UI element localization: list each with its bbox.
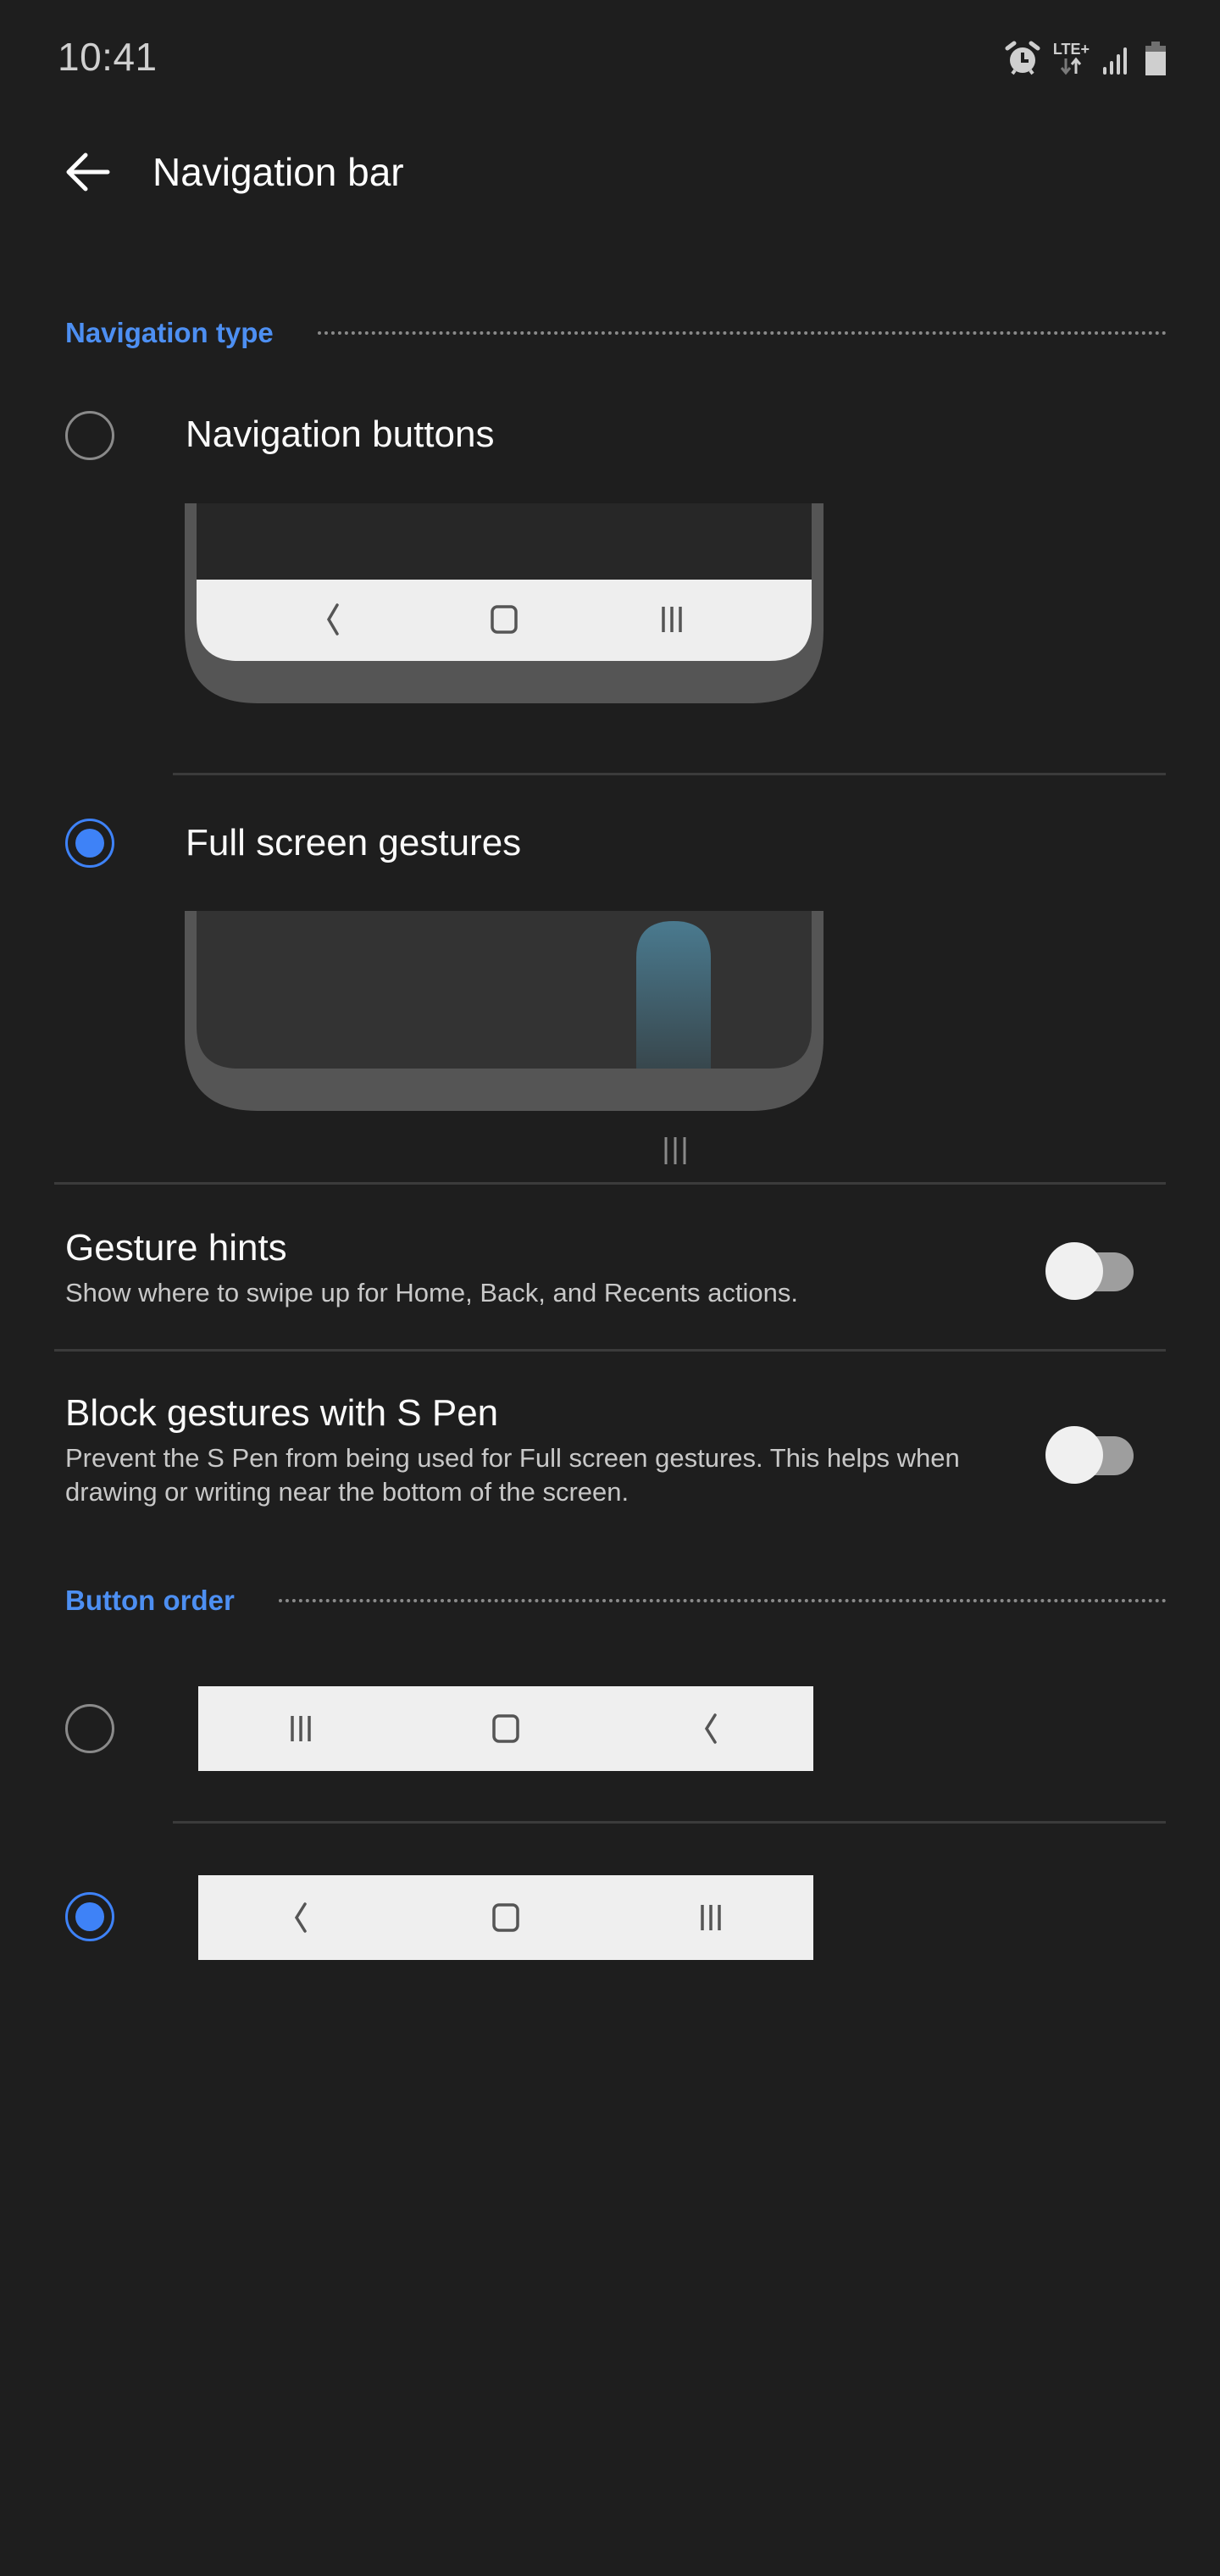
home-icon [492,1903,519,1932]
option-full-screen-gestures[interactable]: Full screen gestures [0,807,1220,1171]
section-header-label: Button order [65,1585,235,1616]
button-order-preview [198,1875,813,1960]
setting-subtitle: Prevent the S Pen from being used for Fu… [65,1443,960,1507]
navigation-buttons-preview [185,503,824,703]
block-gestures-s-pen-toggle[interactable] [1045,1416,1134,1484]
alarm-icon [1005,41,1040,75]
gesture-hints-toggle[interactable] [1045,1232,1134,1300]
radio-button-order-2[interactable] [65,1892,114,1941]
radio-full-screen-gestures[interactable] [65,819,114,868]
option-navigation-buttons[interactable]: Navigation buttons [0,398,1220,754]
battery-icon [1145,42,1166,75]
radio-button-order-1[interactable] [65,1704,114,1753]
radio-selected-dot [75,829,104,858]
button-order-option-recents-home-back[interactable] [0,1678,1220,1779]
option-label: Full screen gestures [186,822,522,863]
recents-icon [291,1716,311,1741]
page-title: Navigation bar [152,150,404,194]
full-screen-gestures-preview [185,911,824,1111]
home-icon [492,1714,519,1743]
arrow-left-icon [66,153,110,192]
option-label: Navigation buttons [186,414,495,455]
section-header-button-order: Button order [65,1585,1167,1617]
radio-selected-dot [75,1902,104,1931]
button-order-option-back-home-recents[interactable] [0,1867,1220,1968]
toggle-thumb [1045,1242,1103,1300]
divider [173,773,1166,775]
toggle-thumb [1045,1426,1103,1484]
status-time: 10:41 [58,35,158,79]
setting-title: Block gestures with S Pen [65,1392,499,1434]
section-divider-dots [278,1599,1167,1602]
radio-navigation-buttons[interactable] [65,411,114,460]
status-icons: LTE+ [1004,37,1167,80]
divider [173,1821,1166,1824]
section-header-navigation-type: Navigation type [65,317,1167,349]
setting-subtitle: Show where to swipe up for Home, Back, a… [65,1278,798,1307]
section-header-label: Navigation type [65,317,274,348]
back-button[interactable] [59,144,115,200]
signal-icon [1103,47,1127,75]
button-order-preview [198,1686,813,1771]
back-icon [294,1902,307,1933]
recents-icon [701,1905,721,1930]
section-divider-dots [317,331,1167,335]
setting-title: Gesture hints [65,1227,287,1269]
network-type-label: LTE+ [1052,41,1090,58]
setting-block-gestures-s-pen[interactable]: Block gestures with S Pen Prevent the S … [0,1352,1220,1538]
setting-gesture-hints[interactable]: Gesture hints Show where to swipe up for… [0,1185,1220,1349]
lte-plus-data-icon: LTE+ [1053,42,1090,75]
gesture-handle-icon [664,1137,686,1164]
back-icon [704,1713,717,1744]
